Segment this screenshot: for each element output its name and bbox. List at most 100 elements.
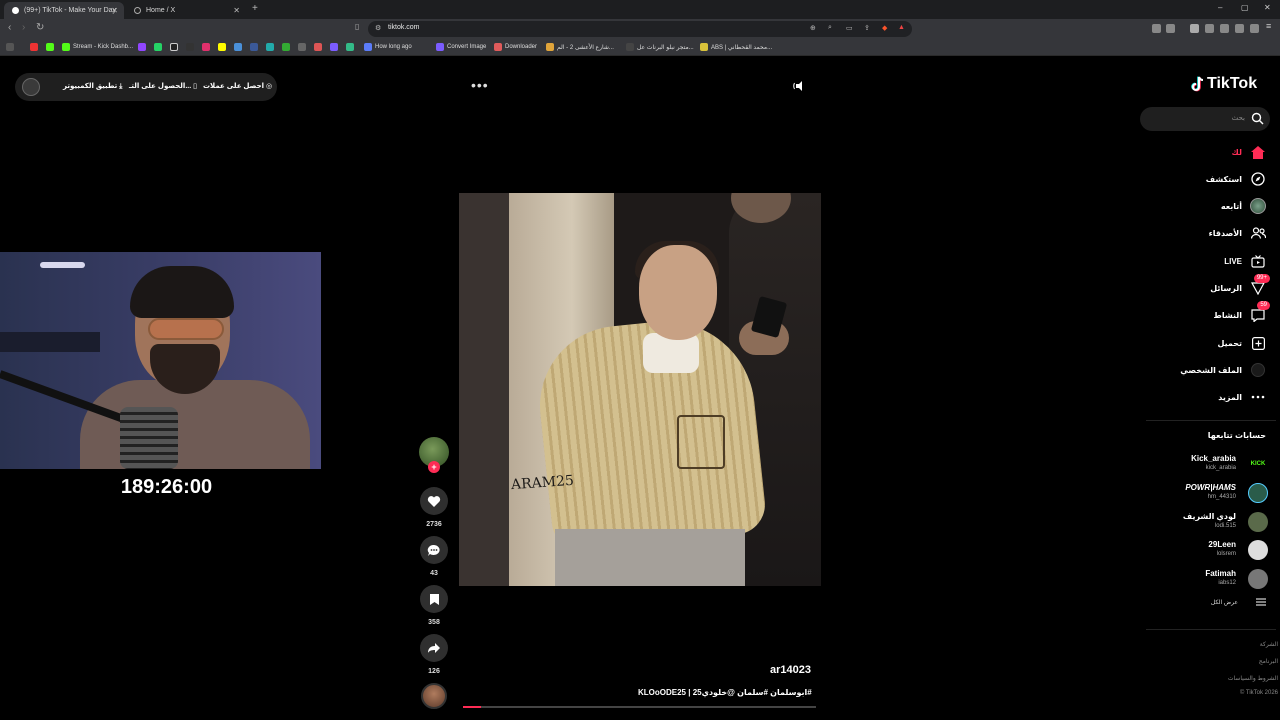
sidebar-item-upload[interactable]: تحميل [1217,334,1266,352]
reload-icon[interactable]: ↻ [36,22,44,33]
rewards-icon[interactable]: ▲ [898,24,905,31]
share-button[interactable] [420,634,448,662]
bookmark-favicon-icon[interactable] [314,43,322,51]
bookmark-favicon-icon[interactable] [30,43,38,51]
following-account[interactable]: POWR|HAMS hm_44310 [1132,481,1268,507]
bookmark-favicon-icon[interactable] [234,43,242,51]
x-favicon-icon[interactable] [170,43,178,51]
video-player[interactable]: ARAM25 [459,193,821,586]
bookmark-icon[interactable]: ▯ [355,22,359,31]
video-progress-bar[interactable] [463,706,816,708]
instagram-favicon-icon[interactable] [202,43,210,51]
bookmark-favicon-icon[interactable] [346,43,354,51]
twitch-favicon-icon[interactable] [138,43,146,51]
url-text[interactable]: tiktok.com [388,24,420,31]
video-author[interactable]: ar14023 [770,664,811,676]
sidebar-item-more[interactable]: المزيد [1218,388,1266,406]
sidebar-item-activity[interactable]: النشاط 59 [1214,301,1270,324]
desktop-app-button[interactable]: تطبيق الكمبيوتر ⤓ [63,82,122,91]
new-tab-button[interactable]: + [252,3,258,14]
following-account[interactable]: Fatimah iabs12 [1132,567,1268,593]
tab-tiktok[interactable]: (99+) TikTok - Make Your Day ✕ [4,2,124,19]
vpn-icon[interactable] [1250,24,1259,33]
bookmark-favicon-icon [494,43,502,51]
music-disc-avatar[interactable] [421,683,447,709]
follow-plus-button[interactable]: + [428,461,440,473]
extension-icon[interactable] [1166,24,1175,33]
footer-link-program[interactable]: البرنامج [1259,658,1278,665]
minimize-button[interactable]: – [1218,3,1222,12]
bookmark-label: How long ago [375,44,412,50]
tab-x-home[interactable]: Home / X ✕ [126,2,246,19]
more-options-icon[interactable]: ••• [471,77,489,93]
tiktok-logo[interactable]: TikTok [1191,75,1257,93]
whatsapp-favicon-icon[interactable] [154,43,162,51]
sidebar-item-for-you[interactable]: لك [1232,143,1266,161]
footer-link-company[interactable]: الشركة [1260,641,1278,648]
maximize-button[interactable]: ▢ [1241,3,1249,12]
sidebar-item-live[interactable]: LIVE [1224,252,1266,270]
close-tab-icon[interactable]: ✕ [233,6,240,15]
zoom-icon[interactable]: ⌕ [828,24,832,32]
volume-icon[interactable] [793,79,807,93]
brave-shield-icon[interactable]: ◆ [882,24,887,32]
save-button[interactable] [420,585,448,613]
get-app-button[interactable]: الحصول على التـ... ▯ [129,82,197,90]
following-account[interactable]: Kick_arabia kick_arabia KICK [1132,452,1268,478]
footer-link-terms[interactable]: الشروط والسياسات [1228,675,1278,682]
bookmark-abs[interactable]: ABS | محمد القحطاني... [700,43,772,51]
avatar [1248,483,1268,503]
activity-icon: 59 [1250,301,1270,323]
apps-grid-icon[interactable] [6,43,14,51]
share-icon[interactable]: ⇪ [864,24,870,32]
account-username: lolsrem [1216,551,1236,557]
following-account[interactable]: لودي الشريف lodi.515 [1132,510,1268,536]
comment-button[interactable] [420,536,448,564]
like-button[interactable] [420,487,448,515]
site-info-icon[interactable]: ⚙ [375,24,381,32]
sidebar-toggle-icon[interactable] [1205,24,1214,33]
bookmark-favicon-icon[interactable] [298,43,306,51]
bookmark-favicon-icon[interactable] [330,43,338,51]
search-input[interactable]: بحث [1140,107,1270,131]
wallet-icon[interactable] [1220,24,1229,33]
see-all-button[interactable]: عرض الكل [1211,598,1266,606]
bookmark-street[interactable]: شارع الأعشى 2 - الم... [546,43,614,51]
snapchat-favicon-icon[interactable] [218,43,226,51]
user-avatar[interactable] [22,78,40,96]
sidebar-item-explore[interactable]: استكشف [1206,170,1266,188]
bookmark-favicon-icon[interactable] [266,43,274,51]
menu-icon[interactable]: ≡ [1266,21,1275,31]
home-icon [1250,144,1266,160]
extension-icon[interactable] [1152,24,1161,33]
cast-icon[interactable]: ▭ [846,24,853,32]
address-bar[interactable]: ⚙ tiktok.com ⊕ ⌕ ▭ ⇪ ◆ ▲ [368,21,912,37]
bookmark-favicon-icon[interactable] [282,43,290,51]
bookmark-store[interactable]: متجر نبلو البرنات عل... [626,43,694,51]
bookmark-downloader[interactable]: Downloader [494,43,537,51]
close-window-button[interactable]: ✕ [1264,3,1271,12]
tiktok-favicon-icon[interactable] [186,43,194,51]
sidebar-item-profile[interactable]: الملف الشخصي [1180,361,1266,379]
sidebar-item-label: الرسائل [1210,283,1242,293]
kick-favicon-icon[interactable] [46,43,54,51]
sidebar-item-friends[interactable]: الأصدقاء [1209,224,1266,242]
bookmark-how-long-ago[interactable]: How long ago [364,43,412,51]
close-tab-icon[interactable]: ✕ [111,6,118,15]
translate-icon[interactable]: ⊕ [810,24,816,32]
video-progress-fill [463,706,481,708]
sidebar-divider [1146,420,1276,421]
following-account[interactable]: 29Leen lolsrem [1132,538,1268,564]
search-icon[interactable] [1251,112,1264,125]
bookmark-convert-image[interactable]: Convert Image [436,43,486,51]
bookmark-kick-dashboard[interactable]: Stream - Kick Dashb... [62,43,133,51]
forward-arrow-icon[interactable]: › [22,22,25,33]
back-arrow-icon[interactable]: ‹ [8,22,11,33]
music-icon[interactable] [1190,24,1199,33]
tiktok-note-icon [1191,76,1204,92]
bookmark-favicon-icon[interactable] [250,43,258,51]
get-coins-button[interactable]: احصل على عملات ◎ [203,82,272,90]
sidebar-item-messages[interactable]: الرسائل 99+ [1210,274,1270,297]
sidebar-item-following[interactable]: أتابعه [1221,197,1266,215]
leo-icon[interactable] [1235,24,1244,33]
